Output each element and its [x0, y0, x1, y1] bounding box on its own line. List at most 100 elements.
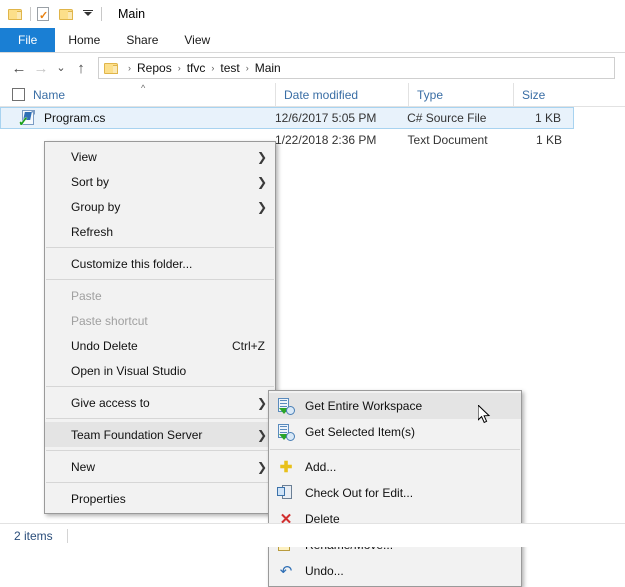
- menu-item-add-label: Add...: [305, 460, 337, 474]
- folder-context-menu: View ❯ Sort by ❯ Group by ❯ Refresh Cust…: [44, 141, 276, 514]
- column-header-name[interactable]: Name: [0, 83, 275, 107]
- address-folder-icon: [104, 62, 120, 75]
- menu-item-customize-this-folder[interactable]: Customize this folder...: [45, 251, 275, 276]
- column-header-type[interactable]: Type: [408, 82, 513, 107]
- navigation-bar: ← → ⌄ ↑ › Repos › tfvc › test › Main: [0, 53, 625, 83]
- table-row[interactable]: ✓ Program.cs 12/6/2017 5:05 PM C# Source…: [0, 107, 574, 129]
- menu-item-undo[interactable]: ↶ Undo...: [269, 558, 521, 584]
- file-date-modified: 1/22/2018 2:36 PM: [275, 133, 377, 147]
- select-all-checkbox[interactable]: [12, 88, 25, 101]
- column-header-type-label: Type: [417, 87, 444, 102]
- breadcrumb-tfvc[interactable]: tfvc: [185, 61, 208, 75]
- breadcrumb-separator-3: ›: [245, 63, 249, 73]
- column-header-date-modified[interactable]: Date modified: [275, 82, 408, 107]
- properties-icon[interactable]: ✓: [37, 6, 51, 22]
- up-button[interactable]: ↑: [70, 61, 92, 76]
- menu-separator: [46, 247, 274, 248]
- toolbar-divider-2: [101, 7, 102, 21]
- menu-item-undo-delete-label: Undo Delete: [71, 338, 138, 353]
- menu-item-undo-delete[interactable]: Undo Delete Ctrl+Z: [45, 333, 275, 358]
- team-foundation-server-submenu: Get Entire Workspace Get Selected Item(s…: [268, 390, 522, 587]
- customize-dropdown-icon[interactable]: [81, 7, 95, 21]
- status-divider: [66, 528, 68, 543]
- chevron-right-icon: ❯: [256, 199, 267, 214]
- menu-separator: [46, 279, 274, 280]
- tab-home[interactable]: Home: [55, 28, 113, 52]
- menu-item-refresh[interactable]: Refresh: [45, 219, 275, 244]
- column-header-size-label: Size: [522, 87, 546, 102]
- get-selected-icon: [277, 423, 295, 441]
- menu-item-sort-by[interactable]: Sort by ❯: [45, 169, 275, 194]
- menu-separator: [46, 450, 274, 451]
- breadcrumb-test[interactable]: test: [218, 61, 241, 75]
- chevron-right-icon: ❯: [256, 395, 267, 410]
- menu-item-add[interactable]: ✚ Add...: [269, 454, 521, 480]
- menu-item-sort-by-label: Sort by: [71, 174, 110, 189]
- breadcrumb-repos[interactable]: Repos: [135, 61, 174, 75]
- menu-item-properties[interactable]: Properties: [45, 486, 275, 511]
- toolbar-divider: [30, 7, 31, 21]
- checkmark-icon: ✓: [39, 9, 49, 22]
- back-button[interactable]: ←: [8, 61, 30, 76]
- folder-icon[interactable]: [8, 8, 24, 21]
- file-date-modified: 12/6/2017 5:05 PM: [275, 111, 377, 125]
- menu-item-get-entire-workspace[interactable]: Get Entire Workspace: [269, 393, 521, 419]
- menu-item-paste-shortcut: Paste shortcut: [45, 308, 275, 333]
- menu-item-view[interactable]: View ❯: [45, 144, 275, 169]
- recent-locations-button[interactable]: ⌄: [52, 62, 70, 74]
- forward-button: →: [33, 59, 49, 77]
- sort-ascending-caret-icon: ^: [141, 83, 146, 93]
- menu-item-team-foundation-server[interactable]: Team Foundation Server ❯: [45, 422, 275, 447]
- title-bar: ✓ Main: [0, 0, 625, 28]
- breadcrumb-main[interactable]: Main: [253, 61, 283, 75]
- file-size: 1 KB: [535, 133, 562, 147]
- chevron-right-icon: ❯: [256, 427, 267, 442]
- file-type: Text Document: [407, 133, 488, 147]
- breadcrumb-separator-2: ›: [211, 63, 215, 73]
- tab-share[interactable]: Share: [113, 28, 171, 52]
- menu-item-check-out-for-edit[interactable]: Check Out for Edit...: [269, 480, 521, 506]
- menu-item-get-selected-items[interactable]: Get Selected Item(s): [269, 419, 521, 445]
- menu-item-paste: Paste: [45, 283, 275, 308]
- new-folder-icon[interactable]: [59, 8, 75, 21]
- tfs-checked-in-overlay-icon: ✓: [18, 114, 29, 129]
- column-header-name-label: Name: [33, 87, 66, 102]
- menu-separator: [270, 449, 520, 450]
- menu-item-get-entire-workspace-label: Get Entire Workspace: [305, 399, 423, 413]
- menu-item-new-label: New: [71, 459, 96, 474]
- menu-item-paste-shortcut-label: Paste shortcut: [71, 313, 148, 328]
- menu-item-new[interactable]: New ❯: [45, 454, 275, 479]
- tab-view[interactable]: View: [171, 28, 223, 52]
- menu-item-undo-label: Undo...: [305, 564, 344, 578]
- column-header-date-label: Date modified: [284, 87, 359, 102]
- menu-item-view-label: View: [71, 149, 97, 164]
- check-out-icon: [277, 484, 295, 502]
- menu-item-group-by[interactable]: Group by ❯: [45, 194, 275, 219]
- column-header-size[interactable]: Size: [513, 82, 593, 107]
- menu-item-customize-label: Customize this folder...: [71, 256, 193, 271]
- menu-item-tfs-label: Team Foundation Server: [71, 427, 203, 442]
- menu-separator: [46, 482, 274, 483]
- menu-item-paste-label: Paste: [71, 288, 102, 303]
- menu-item-open-vs-label: Open in Visual Studio: [71, 363, 187, 378]
- window-title: Main: [118, 7, 146, 21]
- status-bar: 2 items: [0, 523, 625, 547]
- file-name: Program.cs: [44, 111, 106, 125]
- menu-separator: [46, 418, 274, 419]
- get-workspace-icon: [277, 397, 295, 415]
- menu-item-give-access-label: Give access to: [71, 395, 150, 410]
- menu-item-refresh-label: Refresh: [71, 224, 114, 239]
- csharp-file-icon: ✓: [18, 110, 37, 129]
- tab-file[interactable]: File: [0, 28, 56, 52]
- menu-item-undo-delete-shortcut: Ctrl+Z: [232, 338, 265, 353]
- ribbon-tab-bar: File Home Share View: [0, 28, 625, 53]
- menu-item-get-selected-items-label: Get Selected Item(s): [305, 425, 416, 439]
- chevron-right-icon: ❯: [256, 459, 267, 474]
- menu-item-open-in-visual-studio[interactable]: Open in Visual Studio: [45, 358, 275, 383]
- chevron-right-icon: ❯: [256, 174, 267, 189]
- address-bar[interactable]: › Repos › tfvc › test › Main: [98, 57, 615, 79]
- file-size: 1 KB: [534, 111, 561, 125]
- menu-item-give-access-to[interactable]: Give access to ❯: [45, 390, 275, 415]
- menu-item-group-by-label: Group by: [71, 199, 121, 214]
- status-item-count: 2 items: [14, 528, 53, 543]
